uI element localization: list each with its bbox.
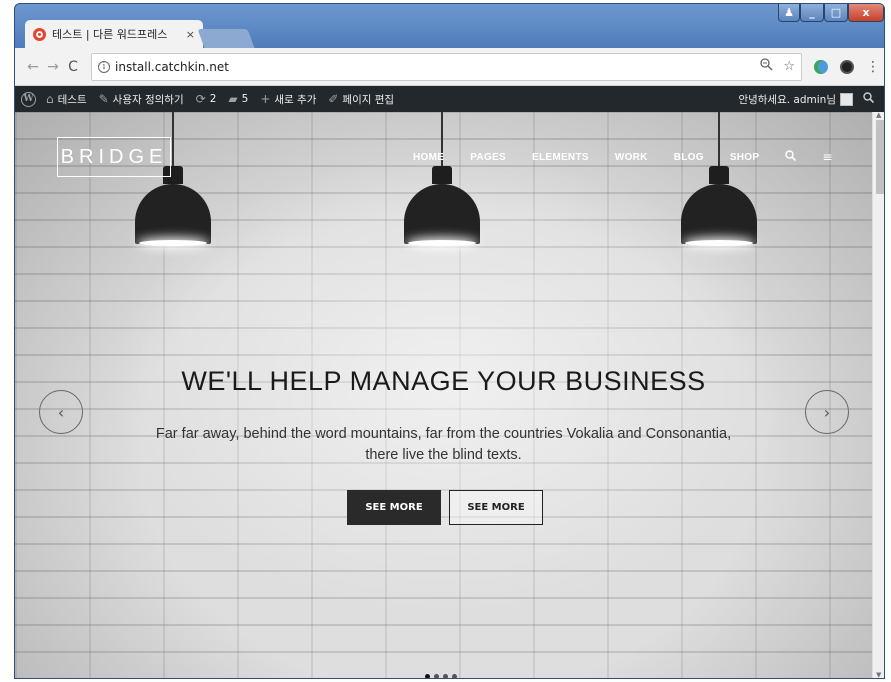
- hero-text-line: there live the blind texts.: [365, 447, 522, 463]
- slider-prev-arrow-icon[interactable]: ‹: [39, 390, 83, 434]
- site-info-icon[interactable]: i: [98, 60, 110, 73]
- browser-menu-icon[interactable]: ⋮: [866, 59, 880, 75]
- slider-dot[interactable]: [434, 674, 439, 678]
- extension-icon[interactable]: [814, 59, 828, 74]
- site-search-icon[interactable]: [785, 150, 797, 164]
- zoom-icon[interactable]: [760, 58, 773, 75]
- admin-bar-updates[interactable]: ⟳ 2: [196, 92, 217, 106]
- pendant-lamp-image: [135, 112, 211, 252]
- dashboard-icon: ⌂: [46, 92, 54, 106]
- vertical-scrollbar[interactable]: ▲ ▼: [872, 112, 884, 678]
- admin-search-icon[interactable]: [863, 92, 875, 106]
- slider-dot[interactable]: [443, 674, 448, 678]
- nav-item-home[interactable]: HOME: [413, 152, 444, 163]
- pendant-lamp-image: [404, 112, 480, 252]
- admin-bar-edit-page[interactable]: ✐ 페이지 편집: [328, 92, 394, 107]
- url-text[interactable]: install.catchkin.net: [115, 60, 750, 74]
- pendant-lamp-image: [681, 112, 757, 252]
- forward-button[interactable]: →: [43, 59, 63, 75]
- opera-favicon-icon: [33, 27, 46, 41]
- page-viewport: BRIDGE HOME PAGES ELEMENTS WORK BLOG SHO…: [15, 112, 884, 678]
- minimize-button[interactable]: _: [800, 4, 824, 22]
- back-button[interactable]: ←: [23, 59, 43, 75]
- admin-bar-customize[interactable]: ✎ 사용자 정의하기: [99, 92, 184, 107]
- updates-icon: ⟳: [195, 92, 206, 106]
- close-window-button[interactable]: x: [848, 4, 884, 22]
- scrollbar-thumb[interactable]: [876, 120, 884, 194]
- site-main-nav: HOME PAGES ELEMENTS WORK BLOG SHOP ≡: [413, 150, 858, 164]
- browser-tab[interactable]: 테스트 | 다른 워드프레스 ×: [25, 20, 203, 48]
- maximize-button[interactable]: □: [824, 4, 848, 22]
- admin-greeting: 안녕하세요. admin님: [738, 93, 836, 106]
- tab-close-icon[interactable]: ×: [186, 28, 195, 41]
- nav-item-pages[interactable]: PAGES: [470, 152, 506, 163]
- extension-icon[interactable]: [840, 59, 854, 74]
- hero-text-line: Far far away, behind the word mountains,…: [155, 426, 732, 442]
- site-logo[interactable]: BRIDGE: [57, 137, 171, 177]
- new-tab-button[interactable]: [197, 29, 255, 48]
- reload-button[interactable]: C: [63, 59, 83, 75]
- slider-dot[interactable]: [425, 674, 430, 678]
- scroll-up-arrow-icon[interactable]: ▲: [876, 112, 881, 119]
- title-bar: 테스트 | 다른 워드프레스 × ♟ _ □ x: [15, 4, 884, 48]
- admin-bar-site-name[interactable]: ⌂ 테스트: [46, 92, 87, 107]
- slider-dot[interactable]: [452, 674, 457, 678]
- wp-admin-bar: W ⌂ 테스트 ✎ 사용자 정의하기 ⟳ 2 ▰ 5 + 새로 추가 ✐ 페이지…: [15, 86, 884, 112]
- see-more-button-secondary[interactable]: SEE MORE: [449, 490, 543, 525]
- address-bar[interactable]: i install.catchkin.net ☆: [91, 52, 802, 81]
- admin-bar-account[interactable]: 안녕하세요. admin님: [738, 92, 878, 107]
- user-profile-button[interactable]: ♟: [778, 4, 800, 22]
- admin-bar-comments[interactable]: ▰ 5: [228, 92, 248, 106]
- hero-title: WE'LL HELP MANAGE YOUR BUSINESS: [181, 366, 706, 396]
- side-menu-icon[interactable]: ≡: [822, 150, 832, 164]
- brush-icon: ✎: [98, 92, 109, 106]
- plus-icon: +: [260, 92, 271, 106]
- scroll-down-arrow-icon[interactable]: ▼: [876, 671, 881, 678]
- nav-item-shop[interactable]: SHOP: [730, 152, 760, 163]
- star-icon[interactable]: ☆: [783, 59, 795, 74]
- slider-pagination: [425, 674, 461, 678]
- wordpress-logo-icon[interactable]: W: [21, 91, 36, 107]
- nav-item-work[interactable]: WORK: [615, 152, 648, 163]
- tab-title: 테스트 | 다른 워드프레스: [52, 28, 168, 41]
- browser-window: 테스트 | 다른 워드프레스 × ♟ _ □ x ← → C i install…: [14, 3, 885, 679]
- avatar: [840, 92, 853, 106]
- admin-bar-new[interactable]: + 새로 추가: [260, 92, 316, 107]
- hero-text: Far far away, behind the word mountains,…: [105, 424, 782, 466]
- slider-next-arrow-icon[interactable]: ›: [805, 390, 849, 434]
- browser-toolbar: ← → C i install.catchkin.net ☆ ⋮: [15, 48, 884, 86]
- pencil-icon: ✐: [328, 92, 339, 106]
- comment-icon: ▰: [228, 92, 238, 106]
- nav-item-elements[interactable]: ELEMENTS: [532, 152, 589, 163]
- nav-item-blog[interactable]: BLOG: [674, 152, 704, 163]
- see-more-button-primary[interactable]: SEE MORE: [347, 490, 441, 525]
